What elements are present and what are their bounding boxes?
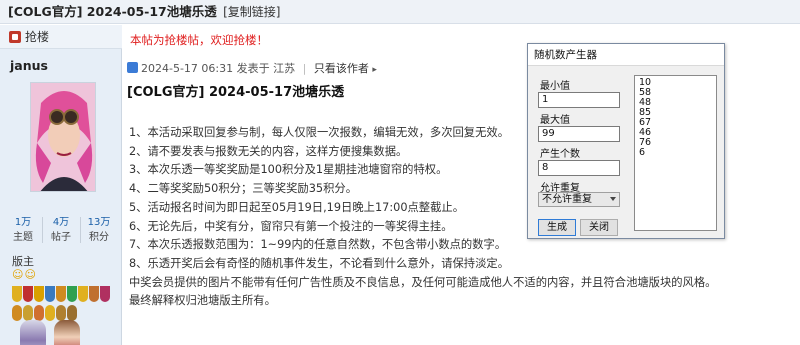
grab-floor-label[interactable]: 抢楼 <box>25 30 49 44</box>
author-username[interactable]: janus <box>10 58 48 73</box>
medal-icon[interactable] <box>34 286 44 302</box>
close-button[interactable]: 关闭 <box>580 219 618 236</box>
medal-icon[interactable] <box>56 286 66 302</box>
stat-points-value: 13万 <box>87 217 111 228</box>
post-location: 发表于 江苏 <box>236 62 296 75</box>
result-item: 6 <box>639 147 646 158</box>
random-number-dialog[interactable]: 随机数产生器 最小值 1 最大值 99 产生个数 8 允许重复 不允许重复 生成… <box>527 43 725 239</box>
max-value-label: 最大值 <box>540 115 570 126</box>
thread-title: [COLG官方] 2024-05-17池塘乐透 <box>8 4 217 19</box>
author-stats: 1万 主题 4万 帖子 13万 积分 <box>6 215 116 245</box>
medal-icon[interactable] <box>67 286 77 302</box>
chibi-badge-icon[interactable] <box>20 320 46 345</box>
rule-item: 8、乐透开奖后会有奇怪的随机事件发生，不论看到什么意外，请保持淡定。 <box>129 256 509 270</box>
min-value-label: 最小值 <box>540 81 570 92</box>
medal-icon[interactable] <box>12 305 22 321</box>
medal-icon[interactable] <box>56 305 66 321</box>
chibi-badge-icon[interactable] <box>54 320 80 345</box>
rule-item: 7、本次乐透报数范围为：1~99内的任意自然数，不包含带小数点的数字。 <box>129 238 507 252</box>
stat-topics-value: 1万 <box>14 217 32 228</box>
stat-posts-label: 帖子 <box>51 232 71 243</box>
rule-item: 中奖会员提供的图片不能带有任何广告性质及不良信息，及任何可能造成他人不适的内容，… <box>129 275 717 289</box>
stat-points[interactable]: 13万 积分 <box>82 215 116 245</box>
count-input[interactable]: 8 <box>538 160 620 176</box>
thread-title-bar: [COLG官方] 2024-05-17池塘乐透 [复制链接] <box>0 0 800 24</box>
medal-icon[interactable] <box>23 305 33 321</box>
author-only-link[interactable]: 只看该作者 <box>314 62 369 75</box>
medal-icon[interactable] <box>45 286 55 302</box>
stat-divider <box>41 217 43 243</box>
max-value-input[interactable]: 99 <box>538 126 620 142</box>
medal-row <box>12 286 114 324</box>
repeat-select[interactable]: 不允许重复 <box>538 192 620 207</box>
medal-icon[interactable] <box>100 286 110 302</box>
stat-topics[interactable]: 1万 主题 <box>6 215 40 245</box>
copy-link-button[interactable]: [复制链接] <box>223 5 280 19</box>
medal-icon[interactable] <box>67 305 77 321</box>
stat-points-label: 积分 <box>89 232 109 243</box>
author-sidebar: 抢楼 janus 1万 主题 4万 帖子 13万 积分 版主 ☺☺ <box>0 25 122 345</box>
stat-posts-value: 4万 <box>52 217 70 228</box>
medal-icon[interactable] <box>12 286 22 302</box>
medal-icon[interactable] <box>34 305 44 321</box>
rule-item: 最终解释权归池塘版主所有。 <box>129 294 276 308</box>
results-list[interactable]: 10 58 48 85 67 46 76 6 <box>634 75 717 231</box>
meta-divider: | <box>302 62 307 75</box>
post-date-icon <box>127 62 138 73</box>
medal-icon[interactable] <box>78 286 88 302</box>
grab-floor-bar: 抢楼 <box>0 25 122 49</box>
stat-posts[interactable]: 4万 帖子 <box>44 215 78 245</box>
author-avatar[interactable] <box>30 82 96 192</box>
avatar-image <box>31 83 95 191</box>
medal-icon[interactable] <box>89 286 99 302</box>
dropdown-arrow-icon <box>610 197 616 201</box>
arrow-right-icon[interactable]: ▸ <box>372 65 377 75</box>
stat-divider <box>79 217 81 243</box>
post-date: 2024-5-17 06:31 <box>141 62 234 75</box>
grab-floor-notice: 本帖为抢楼帖，欢迎抢楼！ <box>130 33 268 47</box>
stat-topics-label: 主题 <box>13 232 33 243</box>
count-label: 产生个数 <box>540 149 580 160</box>
user-group-label[interactable]: 版主 <box>12 253 34 269</box>
medal-icon[interactable] <box>45 305 55 321</box>
repeat-select-value: 不允许重复 <box>542 194 592 205</box>
result-item: 76 <box>639 137 652 148</box>
generate-button[interactable]: 生成 <box>538 219 576 236</box>
post-title: [COLG官方] 2024-05-17池塘乐透 <box>127 85 345 100</box>
rank-smiley-icons: ☺☺ <box>12 268 37 281</box>
post-meta: 2024-5-17 06:31 发表于 江苏 | 只看该作者 ▸ <box>127 60 377 76</box>
dialog-title[interactable]: 随机数产生器 <box>528 44 724 66</box>
medal-icon[interactable] <box>23 286 33 302</box>
thumbs-up-icon <box>9 31 21 43</box>
min-value-input[interactable]: 1 <box>538 92 620 108</box>
